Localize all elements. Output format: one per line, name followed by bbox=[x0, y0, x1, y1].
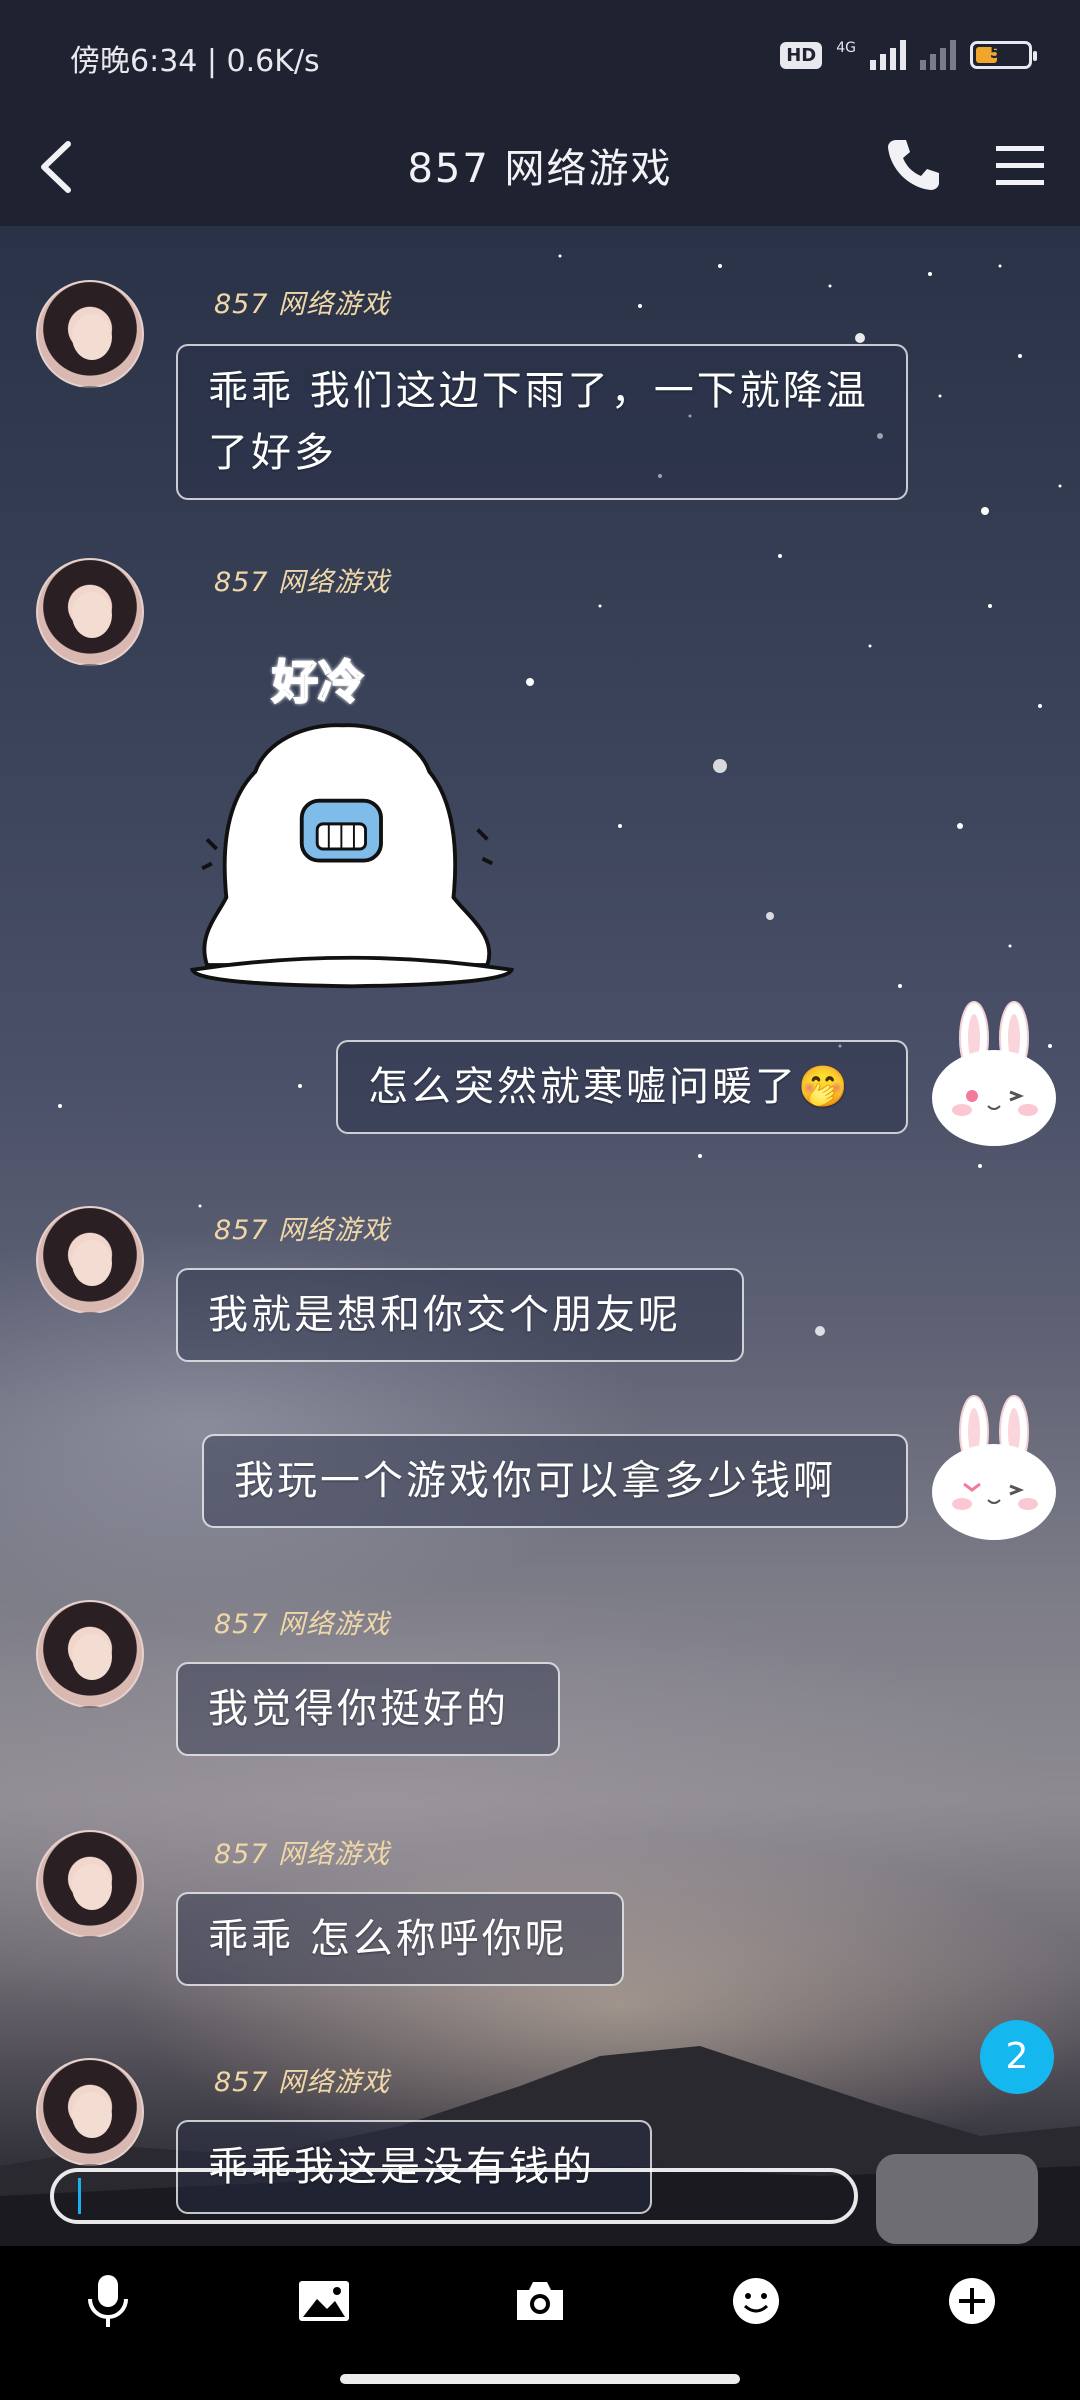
sticker-caption: 好冷 bbox=[271, 654, 365, 710]
input-toolbar bbox=[0, 2246, 1080, 2356]
sender-name: 857 网络游戏 bbox=[214, 2067, 391, 2098]
bunny-avatar-icon[interactable] bbox=[924, 1392, 1064, 1542]
message-bubble[interactable]: 我就是想和你交个朋友呢 bbox=[176, 1268, 744, 1362]
image-icon[interactable] bbox=[294, 2271, 354, 2331]
battery-icon: 53 bbox=[970, 41, 1037, 69]
signal-icon bbox=[870, 40, 906, 70]
hd-badge: HD bbox=[780, 41, 823, 69]
plus-icon[interactable] bbox=[942, 2271, 1002, 2331]
status-icons: HD 4G 53 bbox=[780, 40, 1037, 70]
emoji-icon[interactable] bbox=[726, 2271, 786, 2331]
sticker-cold-yeti[interactable]: 好冷 bbox=[182, 646, 522, 989]
microphone-icon[interactable] bbox=[78, 2271, 138, 2331]
avatar[interactable] bbox=[36, 558, 144, 666]
avatar[interactable] bbox=[36, 280, 144, 388]
avatar[interactable] bbox=[36, 1600, 144, 1708]
message-bubble[interactable]: 乖乖 怎么称呼你呢 bbox=[176, 1892, 624, 1986]
avatar[interactable] bbox=[36, 1206, 144, 1314]
status-bar: 傍晚6:34 | 0.6K/s HD 4G 53 bbox=[0, 0, 1080, 110]
sender-name: 857 网络游戏 bbox=[214, 1839, 391, 1870]
camera-icon[interactable] bbox=[510, 2271, 570, 2331]
chat-area[interactable]: 857 网络游戏 乖乖 我们这边下雨了，一下就降温了好多 857 网络游戏 好冷… bbox=[0, 226, 1080, 2246]
send-button[interactable] bbox=[876, 2154, 1038, 2244]
message-input[interactable] bbox=[50, 2168, 858, 2224]
hamburger-menu-icon[interactable] bbox=[990, 136, 1050, 196]
status-time-speed: 傍晚6:34 | 0.6K/s bbox=[70, 44, 320, 79]
battery-level: 53 bbox=[989, 43, 1013, 62]
sender-name: 857 网络游戏 bbox=[214, 1215, 391, 1246]
message-bubble-self[interactable]: 我玩一个游戏你可以拿多少钱啊 bbox=[202, 1434, 908, 1528]
yeti-icon bbox=[189, 723, 515, 989]
message-bubble-self[interactable]: 怎么突然就寒嘘问暖了🤭 bbox=[336, 1040, 908, 1134]
phone-icon[interactable] bbox=[880, 132, 946, 198]
bunny-avatar-icon[interactable] bbox=[924, 998, 1064, 1148]
sender-name: 857 网络游戏 bbox=[214, 1609, 391, 1640]
network-type-label: 4G bbox=[836, 40, 856, 56]
avatar[interactable] bbox=[36, 2058, 144, 2166]
avatar[interactable] bbox=[36, 1830, 144, 1938]
sender-name: 857 网络游戏 bbox=[214, 567, 391, 598]
message-bubble[interactable]: 我觉得你挺好的 bbox=[176, 1662, 560, 1756]
message-bubble[interactable]: 乖乖 我们这边下雨了，一下就降温了好多 bbox=[176, 344, 908, 500]
sender-name: 857 网络游戏 bbox=[214, 289, 391, 320]
text-caret bbox=[78, 2178, 81, 2214]
signal-secondary-icon bbox=[920, 40, 956, 70]
unread-count-badge[interactable]: 2 bbox=[980, 2020, 1054, 2094]
home-indicator[interactable] bbox=[340, 2374, 740, 2384]
chat-header: 857 网络游戏 bbox=[0, 110, 1080, 226]
